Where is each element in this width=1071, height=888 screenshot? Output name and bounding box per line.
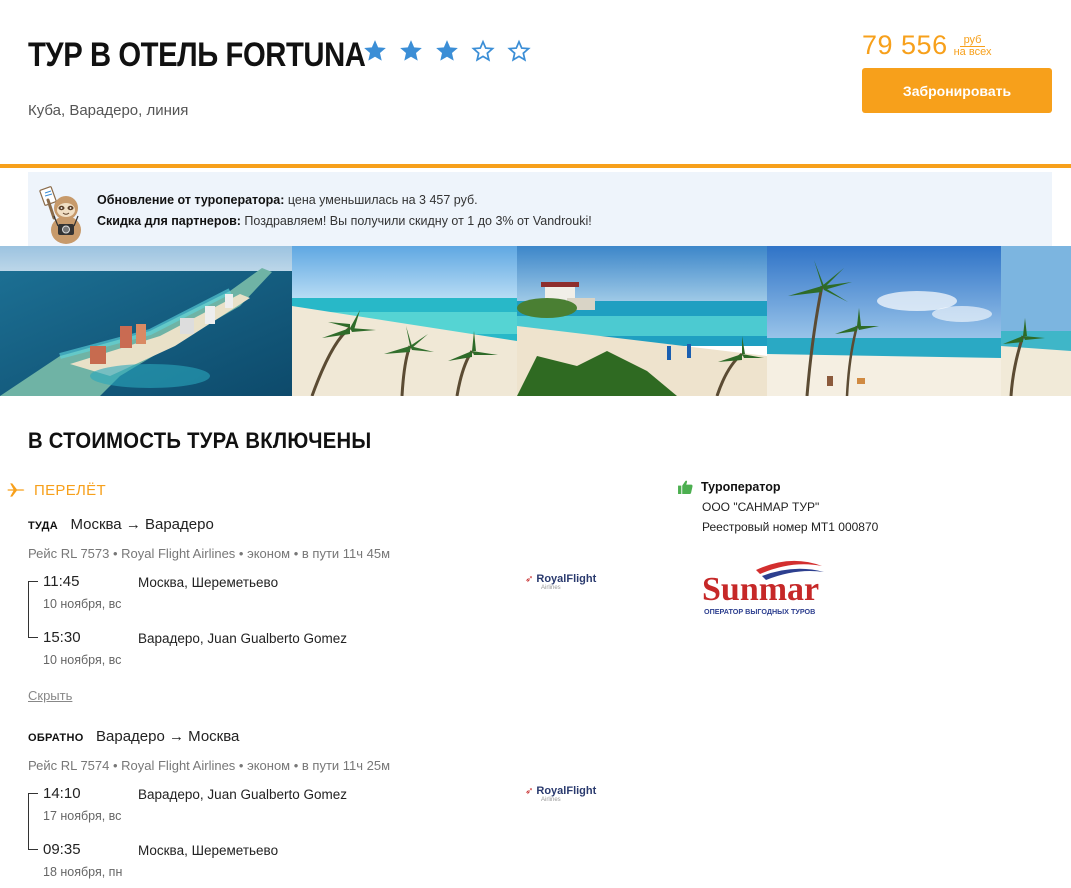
timeline-bracket (28, 815, 38, 850)
royalflight-logo-icon: ➶ (525, 785, 534, 797)
airline-name: RoyalFlight (536, 785, 597, 797)
arrival-segment: 09:35 18 ноября, пн Москва, Шереметьево (28, 815, 628, 888)
notice-update-text: цена уменьшилась на 3 457 руб. (284, 193, 478, 207)
departure-segment: 11:45 10 ноября, вс Москва, Шереметьево … (28, 573, 628, 629)
notice-discount-line: Скидка для партнеров: Поздравляем! Вы по… (97, 211, 592, 232)
leg-direction: ТУДА (28, 520, 58, 532)
gallery-photo[interactable] (767, 246, 1001, 396)
royalflight-logo-icon: ➶ (525, 573, 534, 585)
price-for: на всех (953, 46, 992, 58)
departure-date: 17 ноября, вс (43, 809, 122, 823)
leg-meta: Рейс RL 7573 • Royal Flight Airlines • э… (28, 546, 391, 561)
star-filled-icon (400, 40, 422, 61)
leg-route: Москва → Варадеро (70, 516, 214, 533)
sunmar-logo-text: Sunmar (702, 571, 819, 608)
flight-label: ПЕРЕЛЁТ (34, 481, 106, 499)
price-value: 79 556 (862, 30, 948, 60)
arrival-time: 15:30 (43, 629, 81, 646)
arrival-airport: Варадеро, Juan Gualberto Gomez (138, 631, 348, 646)
star-filled-icon (436, 40, 458, 61)
hotel-location: Куба, Варадеро, линия (28, 102, 189, 119)
flight-leg-return: ОБРАТНО Варадеро → Москва Рейс RL 7574 •… (28, 728, 628, 888)
star-filled-icon (364, 40, 386, 61)
notice-text: Обновление от туроператора: цена уменьши… (97, 190, 592, 232)
sloth-mascot-icon (39, 186, 81, 244)
notice-update-line: Обновление от туроператора: цена уменьши… (97, 190, 592, 211)
photo-gallery (0, 246, 1071, 396)
gallery-photo[interactable] (517, 246, 767, 396)
gallery-photo[interactable] (292, 246, 517, 396)
notice-update-label: Обновление от туроператора: (97, 193, 285, 207)
leg-direction: ОБРАТНО (28, 732, 84, 744)
notice-discount-label: Скидка для партнеров: (97, 214, 241, 228)
departure-date: 10 ноября, вс (43, 597, 122, 611)
airline-name: RoyalFlight (536, 573, 597, 585)
departure-airport: Москва, Шереметьево (138, 575, 279, 590)
hide-details-link[interactable]: Скрыть (28, 688, 72, 703)
arrival-airport: Москва, Шереметьево (138, 843, 279, 858)
leg-meta: Рейс RL 7574 • Royal Flight Airlines • э… (28, 758, 391, 773)
notice-discount-text: Поздравляем! Вы получили скидну от 1 до … (240, 214, 592, 228)
airline-sub: Airlines (541, 797, 561, 803)
page-title: ТУР В ОТЕЛЬ FORTUNA (28, 36, 366, 74)
price-unit: руб на всех (954, 35, 992, 60)
departure-airport: Варадеро, Juan Gualberto Gomez (138, 787, 348, 802)
tour-header: ТУР В ОТЕЛЬ FORTUNA Куба, Варадеро, лини… (0, 0, 1071, 168)
flight-section-header: ПЕРЕЛЁТ (6, 480, 106, 500)
arrival-date: 18 ноября, пн (43, 865, 123, 879)
timeline-bracket (28, 793, 38, 815)
airline-logo: ➶ RoyalFlight Airlines (525, 573, 596, 591)
gallery-photo[interactable] (0, 246, 292, 396)
sunmar-logo-tagline: ОПЕРАТОР ВЫГОДНЫХ ТУРОВ (704, 607, 815, 616)
departure-time: 14:10 (43, 785, 81, 802)
arrival-date: 10 ноября, вс (43, 653, 122, 667)
hotel-rating (362, 38, 532, 64)
departure-time: 11:45 (43, 573, 80, 590)
airline-logo: ➶ RoyalFlight Airlines (525, 785, 596, 803)
star-empty-icon (471, 39, 495, 62)
tour-price: 79 556 руб на всех (862, 30, 991, 60)
operator-heading: Туроператор (701, 480, 781, 494)
book-button[interactable]: Забронировать (862, 68, 1052, 113)
tour-operator: Туроператор ООО "САНМАР ТУР" Реестровый … (678, 480, 878, 534)
arrival-time: 09:35 (43, 841, 81, 858)
sunmar-logo: Sunmar ОПЕРАТОР ВЫГОДНЫХ ТУРОВ (702, 560, 824, 616)
operator-company: ООО "САНМАР ТУР" (702, 500, 820, 514)
leg-route: Варадеро → Москва (96, 728, 240, 745)
airline-sub: Airlines (541, 585, 561, 591)
departure-segment: 14:10 17 ноября, вс Варадеро, Juan Gualb… (28, 785, 628, 841)
operator-notice: Обновление от туроператора: цена уменьши… (28, 172, 1052, 246)
timeline-bracket (28, 603, 38, 638)
timeline-bracket (28, 581, 38, 603)
arrival-segment: 15:30 10 ноября, вс Варадеро, Juan Gualb… (28, 603, 628, 685)
operator-registry: Реестровый номер МТ1 000870 (702, 520, 879, 534)
airplane-icon (7, 483, 25, 497)
gallery-photo[interactable] (1001, 246, 1071, 396)
flight-leg-outbound: ТУДА Москва → Варадеро Рейс RL 7573 • Ro… (28, 516, 628, 685)
included-section-title: В СТОИМОСТЬ ТУРА ВКЛЮЧЕНЫ (28, 428, 372, 453)
thumbs-up-icon (678, 480, 693, 494)
star-empty-icon (507, 39, 531, 62)
